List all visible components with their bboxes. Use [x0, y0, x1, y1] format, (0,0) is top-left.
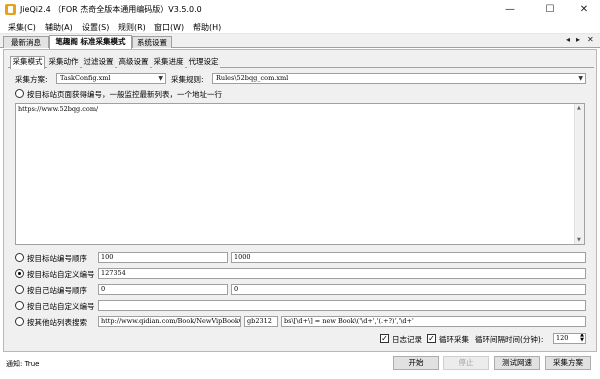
- tab-proxy-settings[interactable]: 代理设定: [187, 57, 220, 68]
- tab-biquge-standard[interactable]: 笔趣阁 标准采集模式: [49, 35, 132, 49]
- title-bar: JieQi2.4 （FOR 杰奇全版本通用编码版）V3.5.0.0 — ☐ ✕: [0, 0, 600, 19]
- other-list-pattern-input[interactable]: bs\[\d+\] = new Book\('\d+','(.+?)','\d+…: [281, 316, 586, 327]
- target-custom-label: 按目标站自定义编号: [27, 270, 95, 279]
- other-list-url-input[interactable]: http://www.qidian.com/Book/NewVipBookC: [98, 316, 241, 327]
- rule-select[interactable]: Rules\52bqg_com.xml ▼: [212, 73, 586, 84]
- menu-bar: 采集(C) 辅助(A) 设置(S) 规则(R) 窗口(W) 帮助(H): [0, 19, 600, 34]
- tab-collect-mode[interactable]: 采集模式: [10, 56, 45, 69]
- own-custom-input[interactable]: [98, 300, 586, 311]
- tab-collect-action[interactable]: 采集动作: [47, 57, 80, 68]
- target-custom-radio[interactable]: [15, 269, 24, 278]
- tab-collect-progress[interactable]: 采集进度: [152, 57, 185, 68]
- url-list-text: https://www.52bqg.com/: [18, 105, 99, 113]
- collect-scheme-button[interactable]: 采集方案: [545, 356, 591, 370]
- target-seq-label: 按目标站编号顺序: [27, 254, 87, 263]
- own-seq-label: 按自己站编号顺序: [27, 286, 87, 295]
- loop-checkbox[interactable]: ✓: [427, 334, 436, 343]
- interval-value: 120: [556, 334, 569, 342]
- tab-prev-icon[interactable]: ◂: [566, 35, 570, 44]
- list-page-radio[interactable]: [15, 89, 24, 98]
- maximize-button[interactable]: ☐: [532, 0, 568, 19]
- scroll-down-icon[interactable]: ▼: [577, 237, 581, 243]
- own-seq-radio[interactable]: [15, 285, 24, 294]
- menu-settings[interactable]: 设置(S): [82, 22, 109, 33]
- rule-value: Rules\52bqg_com.xml: [216, 74, 289, 82]
- menu-window[interactable]: 窗口(W): [154, 22, 184, 33]
- scroll-up-icon[interactable]: ▲: [577, 105, 581, 111]
- chevron-down-icon: ▼: [158, 75, 163, 82]
- other-list-encoding-input[interactable]: gb2312: [244, 316, 278, 327]
- stop-button[interactable]: 停止: [443, 356, 489, 370]
- vertical-scrollbar[interactable]: ▲ ▼: [574, 104, 584, 244]
- interval-spinner[interactable]: 120 ▲ ▼: [553, 333, 586, 344]
- window-title: JieQi2.4 （FOR 杰奇全版本通用编码版）V3.5.0.0: [20, 5, 202, 14]
- test-speed-button[interactable]: 测试网速: [494, 356, 540, 370]
- menu-rules[interactable]: 规则(R): [118, 22, 146, 33]
- own-custom-label: 按自己站自定义编号: [27, 302, 95, 311]
- tab-close-icon[interactable]: ✕: [587, 35, 594, 44]
- tab-next-icon[interactable]: ▸: [576, 35, 580, 44]
- collect-tabs: 采集模式 采集动作 过滤设置 高级设置 采集进度 代理设定: [8, 56, 594, 69]
- spinner-arrows-icon[interactable]: ▲ ▼: [580, 334, 584, 343]
- document-tabs: 最新消息 笔趣阁 标准采集模式 系统设置 ◂ ▸ ✕: [0, 34, 600, 49]
- loop-label: 循环采集: [439, 335, 469, 344]
- rule-label: 采集规则:: [171, 75, 204, 84]
- tab-latest-news[interactable]: 最新消息: [3, 36, 49, 48]
- log-label: 日志记录: [392, 335, 422, 344]
- close-button[interactable]: ✕: [566, 0, 600, 19]
- app-logo-icon: [5, 4, 16, 15]
- menu-help[interactable]: 帮助(H): [193, 22, 221, 33]
- target-seq-radio[interactable]: [15, 253, 24, 262]
- chevron-down-icon: ▼: [578, 75, 583, 82]
- own-seq-to-input[interactable]: 0: [231, 284, 586, 295]
- menu-collect[interactable]: 采集(C): [8, 22, 36, 33]
- target-seq-to-input[interactable]: 1000: [231, 252, 586, 263]
- scheme-select[interactable]: TaskConfig.xml ▼: [56, 73, 166, 84]
- target-seq-from-input[interactable]: 100: [98, 252, 228, 263]
- scheme-label: 采集方案:: [15, 75, 48, 84]
- url-list-textarea[interactable]: https://www.52bqg.com/ ▲ ▼: [15, 103, 585, 245]
- menu-assist[interactable]: 辅助(A): [45, 22, 73, 33]
- log-checkbox[interactable]: ✓: [380, 334, 389, 343]
- minimize-button[interactable]: —: [492, 0, 528, 19]
- other-list-radio[interactable]: [15, 317, 24, 326]
- scheme-value: TaskConfig.xml: [60, 74, 111, 82]
- status-text: 通知: True: [6, 360, 40, 368]
- start-button[interactable]: 开始: [393, 356, 439, 370]
- own-seq-from-input[interactable]: 0: [98, 284, 228, 295]
- own-custom-radio[interactable]: [15, 301, 24, 310]
- list-page-label: 按目标站页面获得编号，一般监控最新列表，一个地址一行: [27, 90, 222, 99]
- target-custom-input[interactable]: 127354: [98, 268, 586, 279]
- other-list-label: 按其他站列表搜索: [27, 318, 87, 327]
- tab-filter-settings[interactable]: 过滤设置: [82, 57, 115, 68]
- interval-label: 循环间隔时间(分钟):: [475, 335, 544, 344]
- tab-advanced-settings[interactable]: 高级设置: [117, 57, 150, 68]
- tab-system-settings[interactable]: 系统设置: [132, 36, 172, 48]
